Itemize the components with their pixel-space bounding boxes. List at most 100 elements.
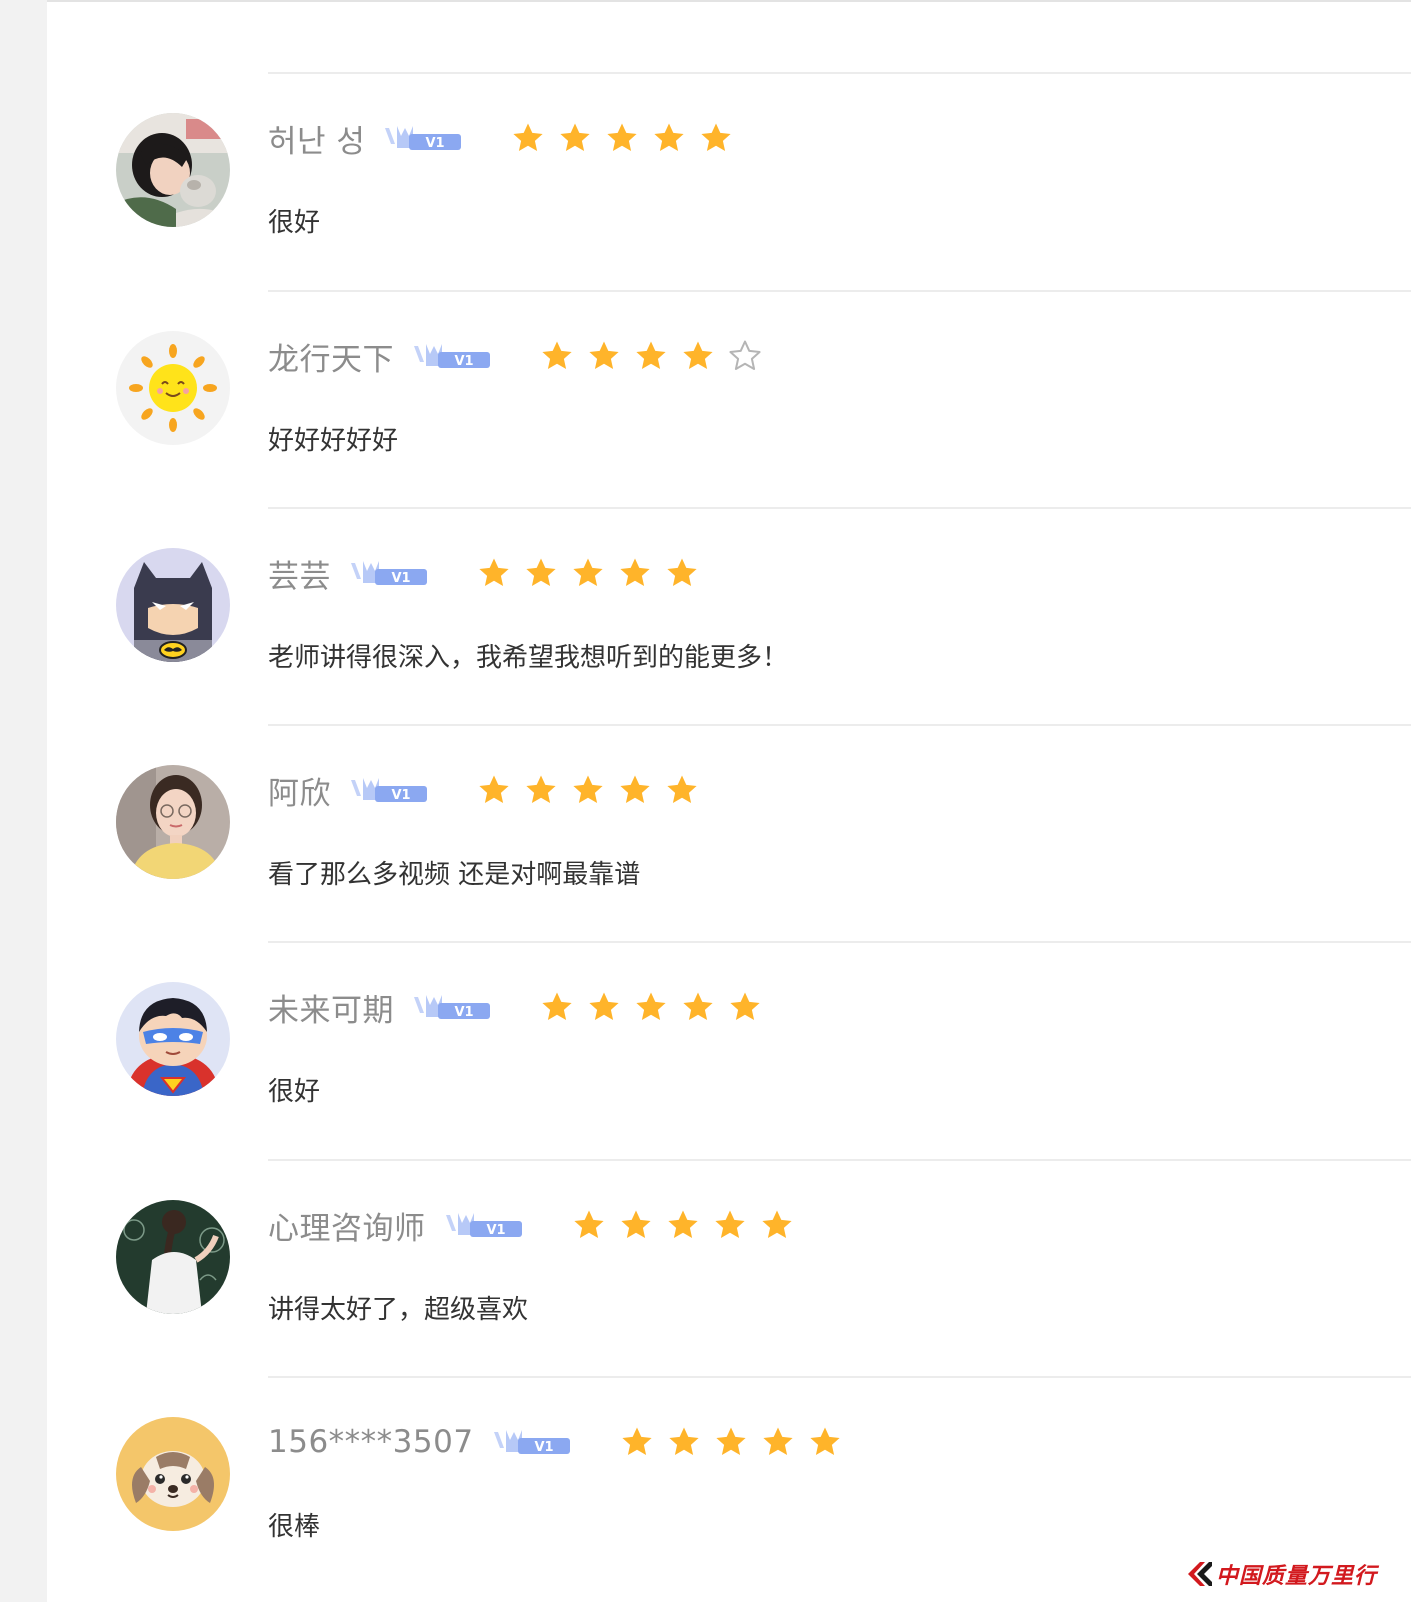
star-filled-icon [560, 123, 591, 151]
star-filled-icon [621, 1427, 652, 1455]
avatar[interactable] [116, 1200, 230, 1314]
brand-logo-icon [1187, 1562, 1212, 1586]
vip-level-label: V1 [391, 788, 410, 803]
star-filled-icon [761, 1210, 792, 1238]
star-filled-icon [513, 123, 544, 151]
star-filled-icon [620, 1210, 651, 1238]
star-filled-icon [573, 775, 603, 803]
star-filled-icon [683, 341, 713, 369]
username[interactable]: 156****3507 [268, 1424, 474, 1460]
star-rating [511, 121, 733, 155]
watermark-text: 中国质量万里行 [1215, 1563, 1377, 1589]
avatar[interactable] [116, 113, 230, 227]
avatar[interactable] [116, 331, 230, 445]
review-item: 芸芸 V1 老师讲得很深入，我希望我想听到的能更多！ [0, 507, 1411, 724]
crown-icon: V1 [445, 1213, 522, 1238]
review-comment: 好好好好好 [268, 426, 399, 456]
watermark: 中国质量万里行 [1184, 1558, 1377, 1590]
review-header: 龙行天下 V1 [268, 334, 762, 378]
review-comment: 很好 [268, 1077, 321, 1107]
star-filled-icon [715, 1427, 746, 1455]
username[interactable]: 芸芸 [268, 551, 331, 596]
vip-level-label: V1 [486, 1223, 505, 1238]
star-filled-icon [589, 341, 619, 369]
star-rating [477, 773, 699, 807]
vip-level-label: V1 [391, 571, 410, 586]
crown-icon: V1 [351, 778, 427, 803]
crown-icon: V1 [414, 995, 490, 1020]
divider [268, 1376, 1411, 1378]
avatar[interactable] [116, 548, 230, 662]
star-filled-icon [636, 992, 666, 1020]
star-rating [572, 1208, 794, 1242]
review-header: 未来可期 V1 [268, 985, 762, 1029]
cartoon-sun-icon [116, 331, 230, 445]
username[interactable]: 阿欣 [268, 768, 331, 813]
review-list: 허난 성 V1 很好 龙行天下 V1 好好好好好 芸芸 V1 老师讲得很深入，我… [0, 0, 1411, 1602]
star-filled-icon [620, 775, 650, 803]
crown-icon: V1 [385, 126, 462, 151]
star-rating [540, 339, 762, 373]
star-filled-icon [589, 992, 619, 1020]
username[interactable]: 허난 성 [268, 116, 365, 161]
review-item: 心理咨询师 V1 讲得太好了，超级喜欢 [0, 1159, 1411, 1376]
star-filled-icon [526, 558, 556, 586]
girl-with-cat-photo-icon [116, 113, 230, 227]
avatar[interactable] [116, 982, 230, 1096]
star-filled-icon [542, 341, 572, 369]
avatar[interactable] [116, 1417, 230, 1531]
star-filled-icon [762, 1427, 793, 1455]
cartoon-batman-icon [116, 548, 230, 662]
review-item: 허난 성 V1 很好 [0, 72, 1411, 289]
vip-badge-icon: V1 [383, 122, 463, 154]
star-filled-icon [667, 775, 697, 803]
star-filled-icon [683, 992, 713, 1020]
girl-at-chalkboard-photo-icon [116, 1200, 230, 1314]
star-filled-icon [573, 558, 603, 586]
vip-badge-icon: V1 [492, 1426, 572, 1458]
star-filled-icon [479, 775, 509, 803]
vip-level-label: V1 [426, 136, 445, 151]
username[interactable]: 未来可期 [268, 985, 394, 1030]
vip-badge-icon: V1 [349, 557, 429, 589]
star-filled-icon [479, 558, 509, 586]
username[interactable]: 心理咨询师 [268, 1203, 426, 1248]
crown-icon: V1 [414, 344, 490, 369]
star-filled-icon [668, 1427, 699, 1455]
vip-badge-icon: V1 [444, 1209, 524, 1241]
review-header: 허난 성 V1 [268, 116, 733, 160]
review-item: 未来可期 V1 很好 [0, 941, 1411, 1158]
star-filled-icon [730, 992, 760, 1020]
avatar[interactable] [116, 765, 230, 879]
star-rating [620, 1425, 842, 1459]
star-filled-icon [607, 123, 638, 151]
vip-badge-icon: V1 [412, 340, 492, 372]
review-item: 阿欣 V1 看了那么多视频 还是对啊最靠谱 [0, 724, 1411, 941]
star-filled-icon [701, 123, 732, 151]
review-comment: 看了那么多视频 还是对啊最靠谱 [268, 860, 641, 890]
divider [268, 290, 1411, 292]
cartoon-puppy-icon [116, 1417, 230, 1531]
review-comment: 讲得太好了，超级喜欢 [268, 1295, 529, 1325]
divider [268, 1159, 1411, 1161]
review-comment: 很好 [268, 208, 321, 238]
review-header: 156****3507 V1 [268, 1420, 842, 1464]
star-rating [477, 556, 699, 590]
username[interactable]: 龙行天下 [268, 334, 394, 379]
vip-level-label: V1 [534, 1440, 553, 1455]
star-filled-icon [620, 558, 650, 586]
star-filled-icon [542, 992, 572, 1020]
star-filled-icon [636, 341, 666, 369]
crown-icon: V1 [351, 561, 427, 586]
star-empty-icon [729, 340, 761, 370]
star-filled-icon [667, 558, 697, 586]
review-header: 芸芸 V1 [268, 551, 699, 595]
star-filled-icon [654, 123, 685, 151]
star-filled-icon [526, 775, 556, 803]
star-filled-icon [714, 1210, 745, 1238]
crown-icon: V1 [493, 1430, 570, 1455]
review-header: 心理咨询师 V1 [268, 1203, 794, 1247]
divider [268, 72, 1411, 74]
review-comment: 很棒 [268, 1512, 321, 1542]
star-filled-icon [667, 1210, 698, 1238]
